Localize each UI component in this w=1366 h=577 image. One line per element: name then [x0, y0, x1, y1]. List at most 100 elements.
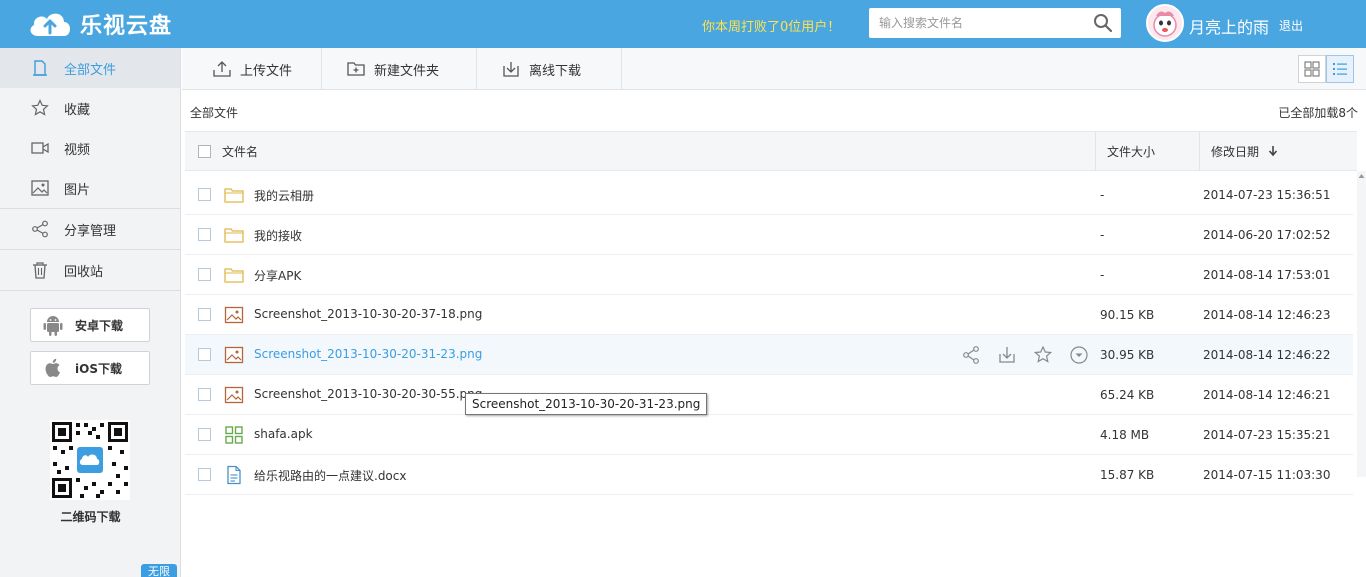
row-checkbox[interactable]: [198, 428, 211, 441]
table-row[interactable]: Screenshot_2013-10-30-20-37-18.png 90.15…: [185, 295, 1353, 335]
sidebar-item-images[interactable]: 图片: [0, 168, 180, 208]
ios-download-button[interactable]: iOS下载: [30, 351, 150, 385]
file-name[interactable]: Screenshot_2013-10-30-20-37-18.png: [254, 307, 482, 321]
file-date: 2014-07-15 11:03:30: [1203, 468, 1331, 482]
username[interactable]: 月亮上的雨: [1189, 14, 1269, 38]
file-name[interactable]: Screenshot_2013-10-30-20-30-55.png: [254, 387, 482, 401]
trash-icon: [30, 260, 50, 280]
file-name[interactable]: 分享APK: [254, 267, 301, 284]
android-icon: [43, 316, 63, 336]
grid-view-button[interactable]: [1298, 55, 1326, 83]
download-icon[interactable]: [996, 344, 1018, 366]
avatar-face-icon: [1148, 6, 1182, 40]
file-date: 2014-07-23 15:35:21: [1203, 428, 1331, 442]
row-checkbox[interactable]: [198, 468, 211, 481]
filename-tooltip: Screenshot_2013-10-30-20-31-23.png: [465, 393, 708, 415]
list-view-icon: [1333, 63, 1347, 75]
column-header-size[interactable]: 文件大小: [1107, 132, 1155, 170]
logout-link[interactable]: 退出: [1279, 17, 1303, 34]
new-folder-button[interactable]: 新建文件夹: [322, 48, 477, 90]
ios-download-label: iOS下载: [75, 361, 122, 376]
toolbar: 上传文件 新建文件夹 离线下载: [182, 48, 1366, 90]
upload-icon: [213, 61, 231, 77]
table-row[interactable]: shafa.apk 4.18 MB 2014-07-23 15:35:21: [185, 415, 1353, 455]
column-header-name[interactable]: 文件名: [222, 132, 258, 170]
star-icon[interactable]: [1032, 344, 1054, 366]
weekly-promo-text: 你本周打败了0位用户！: [702, 20, 841, 35]
table-row[interactable]: 我的云相册 - 2014-07-23 15:36:51: [185, 175, 1353, 215]
breadcrumb-row: 全部文件 已全部加载8个: [182, 91, 1366, 131]
share-icon: [30, 219, 50, 239]
more-options-icon[interactable]: [1068, 344, 1090, 366]
file-date: 2014-08-14 12:46:21: [1203, 388, 1331, 402]
column-header-date[interactable]: 修改日期: [1211, 132, 1279, 170]
offline-download-button[interactable]: 离线下载: [477, 48, 622, 90]
search-input[interactable]: [869, 8, 1079, 38]
new-folder-label: 新建文件夹: [374, 63, 440, 79]
column-header-date-label: 修改日期: [1211, 144, 1260, 159]
sidebar-item-share[interactable]: 分享管理: [0, 209, 180, 249]
sidebar-item-all-files[interactable]: 全部文件: [0, 48, 180, 88]
sidebar-item-label: 回收站: [64, 264, 104, 280]
image-file-icon: [224, 386, 244, 404]
column-divider: [1199, 132, 1200, 170]
download-icon: [503, 62, 519, 77]
folder-icon: [224, 268, 244, 283]
select-all-checkbox-cell: [198, 132, 211, 170]
file-date: 2014-08-14 17:53:01: [1203, 268, 1331, 282]
new-folder-icon: [347, 62, 365, 76]
file-date: 2014-08-14 12:46:22: [1203, 348, 1331, 362]
select-all-checkbox[interactable]: [198, 144, 211, 158]
file-name[interactable]: shafa.apk: [254, 427, 313, 441]
document-file-icon: [227, 465, 241, 485]
app-logo[interactable]: 乐视云盘: [26, 6, 172, 42]
file-list: 我的云相册 - 2014-07-23 15:36:51 我的接收 - 2014-…: [185, 175, 1353, 495]
video-icon: [30, 138, 50, 158]
file-name[interactable]: 给乐视路由的一点建议.docx: [254, 467, 406, 484]
image-file-icon: [224, 306, 244, 324]
table-row[interactable]: Screenshot_2013-10-30-20-30-55.png 65.24…: [185, 375, 1353, 415]
row-checkbox[interactable]: [198, 348, 211, 361]
file-size: -: [1100, 188, 1105, 202]
loaded-count-text: 已全部加载8个: [1278, 106, 1358, 120]
table-row[interactable]: 我的接收 - 2014-06-20 17:02:52: [185, 215, 1353, 255]
file-size: -: [1100, 228, 1105, 242]
sidebar-item-trash[interactable]: 回收站: [0, 250, 180, 290]
file-date: 2014-07-23 15:36:51: [1203, 188, 1331, 202]
list-view-button[interactable]: [1326, 55, 1354, 83]
top-header: 乐视云盘 你本周打败了0位用户！ 月亮上的雨 退出: [0, 0, 1366, 48]
file-size: 15.87 KB: [1100, 468, 1155, 482]
sidebar-item-favorites[interactable]: 收藏: [0, 88, 180, 128]
apple-icon: [45, 358, 60, 378]
row-checkbox[interactable]: [198, 228, 211, 241]
search-box: [869, 8, 1121, 38]
row-checkbox[interactable]: [198, 268, 211, 281]
file-size: 4.18 MB: [1100, 428, 1150, 442]
files-icon: [30, 58, 50, 78]
file-name[interactable]: Screenshot_2013-10-30-20-31-23.png: [254, 347, 482, 361]
sidebar-item-label: 收藏: [64, 102, 91, 118]
table-row[interactable]: 分享APK - 2014-08-14 17:53:01: [185, 255, 1353, 295]
row-checkbox[interactable]: [198, 388, 211, 401]
row-checkbox[interactable]: [198, 188, 211, 201]
file-date: 2014-08-14 12:46:23: [1203, 308, 1331, 322]
android-download-button[interactable]: 安卓下载: [30, 308, 150, 342]
avatar[interactable]: [1146, 4, 1184, 42]
image-file-icon: [224, 346, 244, 364]
sidebar-item-label: 全部文件: [64, 62, 117, 78]
table-row[interactable]: 给乐视路由的一点建议.docx 15.87 KB 2014-07-15 11:0…: [185, 455, 1353, 495]
sidebar-item-video[interactable]: 视频: [0, 128, 180, 168]
vertical-scrollbar[interactable]: [1357, 171, 1366, 477]
breadcrumb[interactable]: 全部文件: [190, 104, 238, 121]
file-name[interactable]: 我的接收: [254, 227, 302, 244]
row-checkbox[interactable]: [198, 308, 211, 321]
share-icon[interactable]: [960, 344, 982, 366]
file-size: 65.24 KB: [1100, 388, 1155, 402]
scroll-up-arrow-icon[interactable]: [1357, 171, 1366, 181]
file-name[interactable]: 我的云相册: [254, 187, 314, 204]
upload-button[interactable]: 上传文件: [188, 48, 322, 90]
qr-code-label: 二维码下载: [60, 510, 121, 524]
qr-code-image: [50, 420, 130, 500]
table-row[interactable]: Screenshot_2013-10-30-20-31-23.png 30.95…: [185, 335, 1353, 375]
search-icon[interactable]: [1093, 13, 1113, 33]
